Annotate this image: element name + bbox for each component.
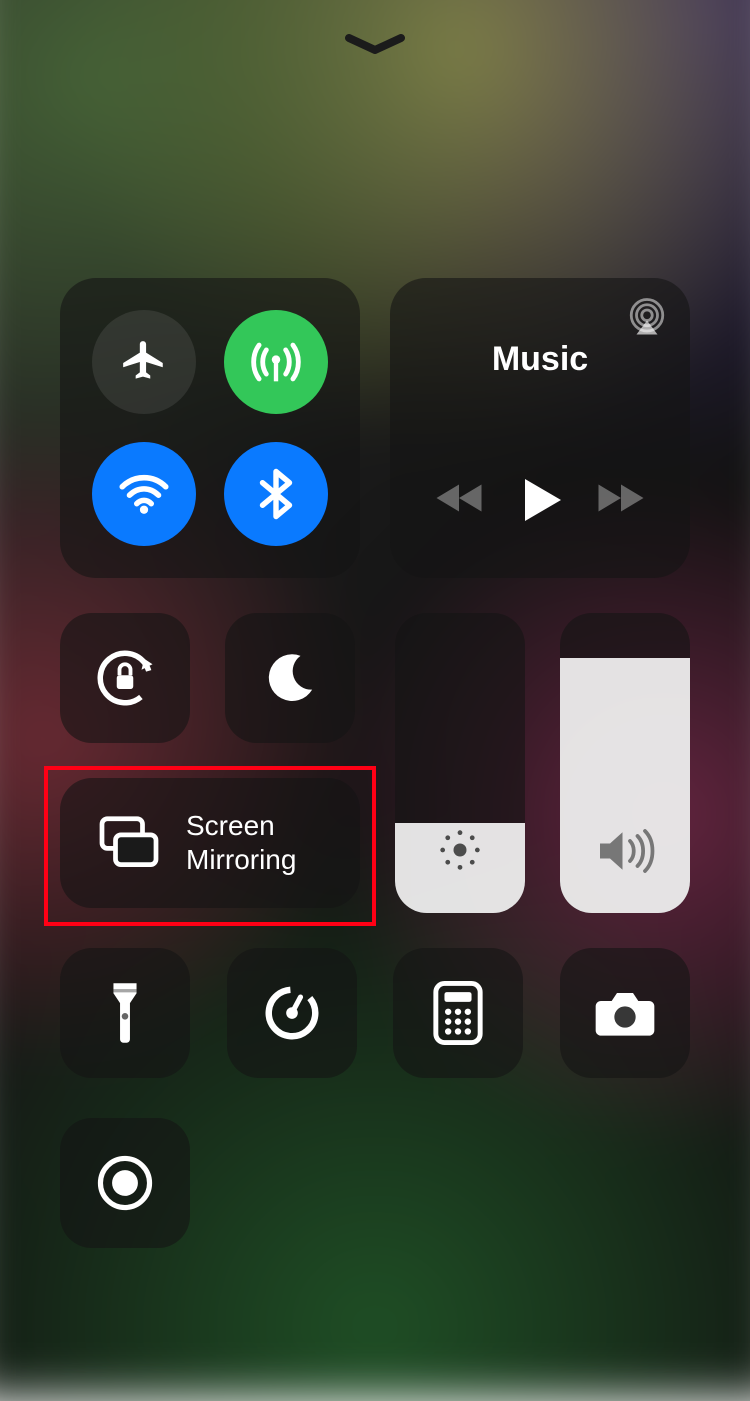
airplay-button[interactable] xyxy=(626,296,668,343)
airplay-icon xyxy=(626,296,668,338)
fast-forward-icon xyxy=(594,478,648,518)
airplane-icon xyxy=(119,337,169,387)
dismiss-handle[interactable] xyxy=(345,34,405,59)
music-module[interactable]: Music xyxy=(390,278,690,578)
calculator-icon xyxy=(432,981,484,1045)
volume-icon xyxy=(595,826,655,881)
rewind-icon xyxy=(432,478,486,518)
wifi-toggle[interactable] xyxy=(92,442,196,546)
orientation-lock-icon xyxy=(92,645,158,711)
brightness-slider[interactable] xyxy=(395,613,525,913)
play-button[interactable] xyxy=(516,476,564,529)
bluetooth-toggle[interactable] xyxy=(224,442,328,546)
timer-icon xyxy=(261,982,323,1044)
brightness-icon xyxy=(434,824,486,881)
moon-icon xyxy=(262,650,318,706)
timer-button[interactable] xyxy=(227,948,357,1078)
flashlight-icon xyxy=(103,980,147,1046)
record-icon xyxy=(94,1152,156,1214)
calculator-button[interactable] xyxy=(393,948,523,1078)
camera-button[interactable] xyxy=(560,948,690,1078)
flashlight-button[interactable] xyxy=(60,948,190,1078)
rewind-button[interactable] xyxy=(432,478,486,523)
chevron-down-icon xyxy=(345,34,405,54)
wifi-icon xyxy=(115,465,173,523)
connectivity-module[interactable] xyxy=(60,278,360,578)
music-title-label: Music xyxy=(390,340,690,379)
bluetooth-icon xyxy=(249,467,303,521)
play-icon xyxy=(516,476,564,524)
screen-mirroring-button[interactable]: Screen Mirroring xyxy=(60,778,360,908)
volume-slider[interactable] xyxy=(560,613,690,913)
screen-record-button[interactable] xyxy=(60,1118,190,1248)
camera-icon xyxy=(593,987,657,1039)
airplane-mode-toggle[interactable] xyxy=(92,310,196,414)
forward-button[interactable] xyxy=(594,478,648,523)
screen-mirroring-label: Screen Mirroring xyxy=(186,809,296,877)
cellular-toggle[interactable] xyxy=(224,310,328,414)
orientation-lock-toggle[interactable] xyxy=(60,613,190,743)
screen-mirroring-icon xyxy=(96,816,162,870)
cellular-icon xyxy=(247,333,305,391)
do-not-disturb-toggle[interactable] xyxy=(225,613,355,743)
